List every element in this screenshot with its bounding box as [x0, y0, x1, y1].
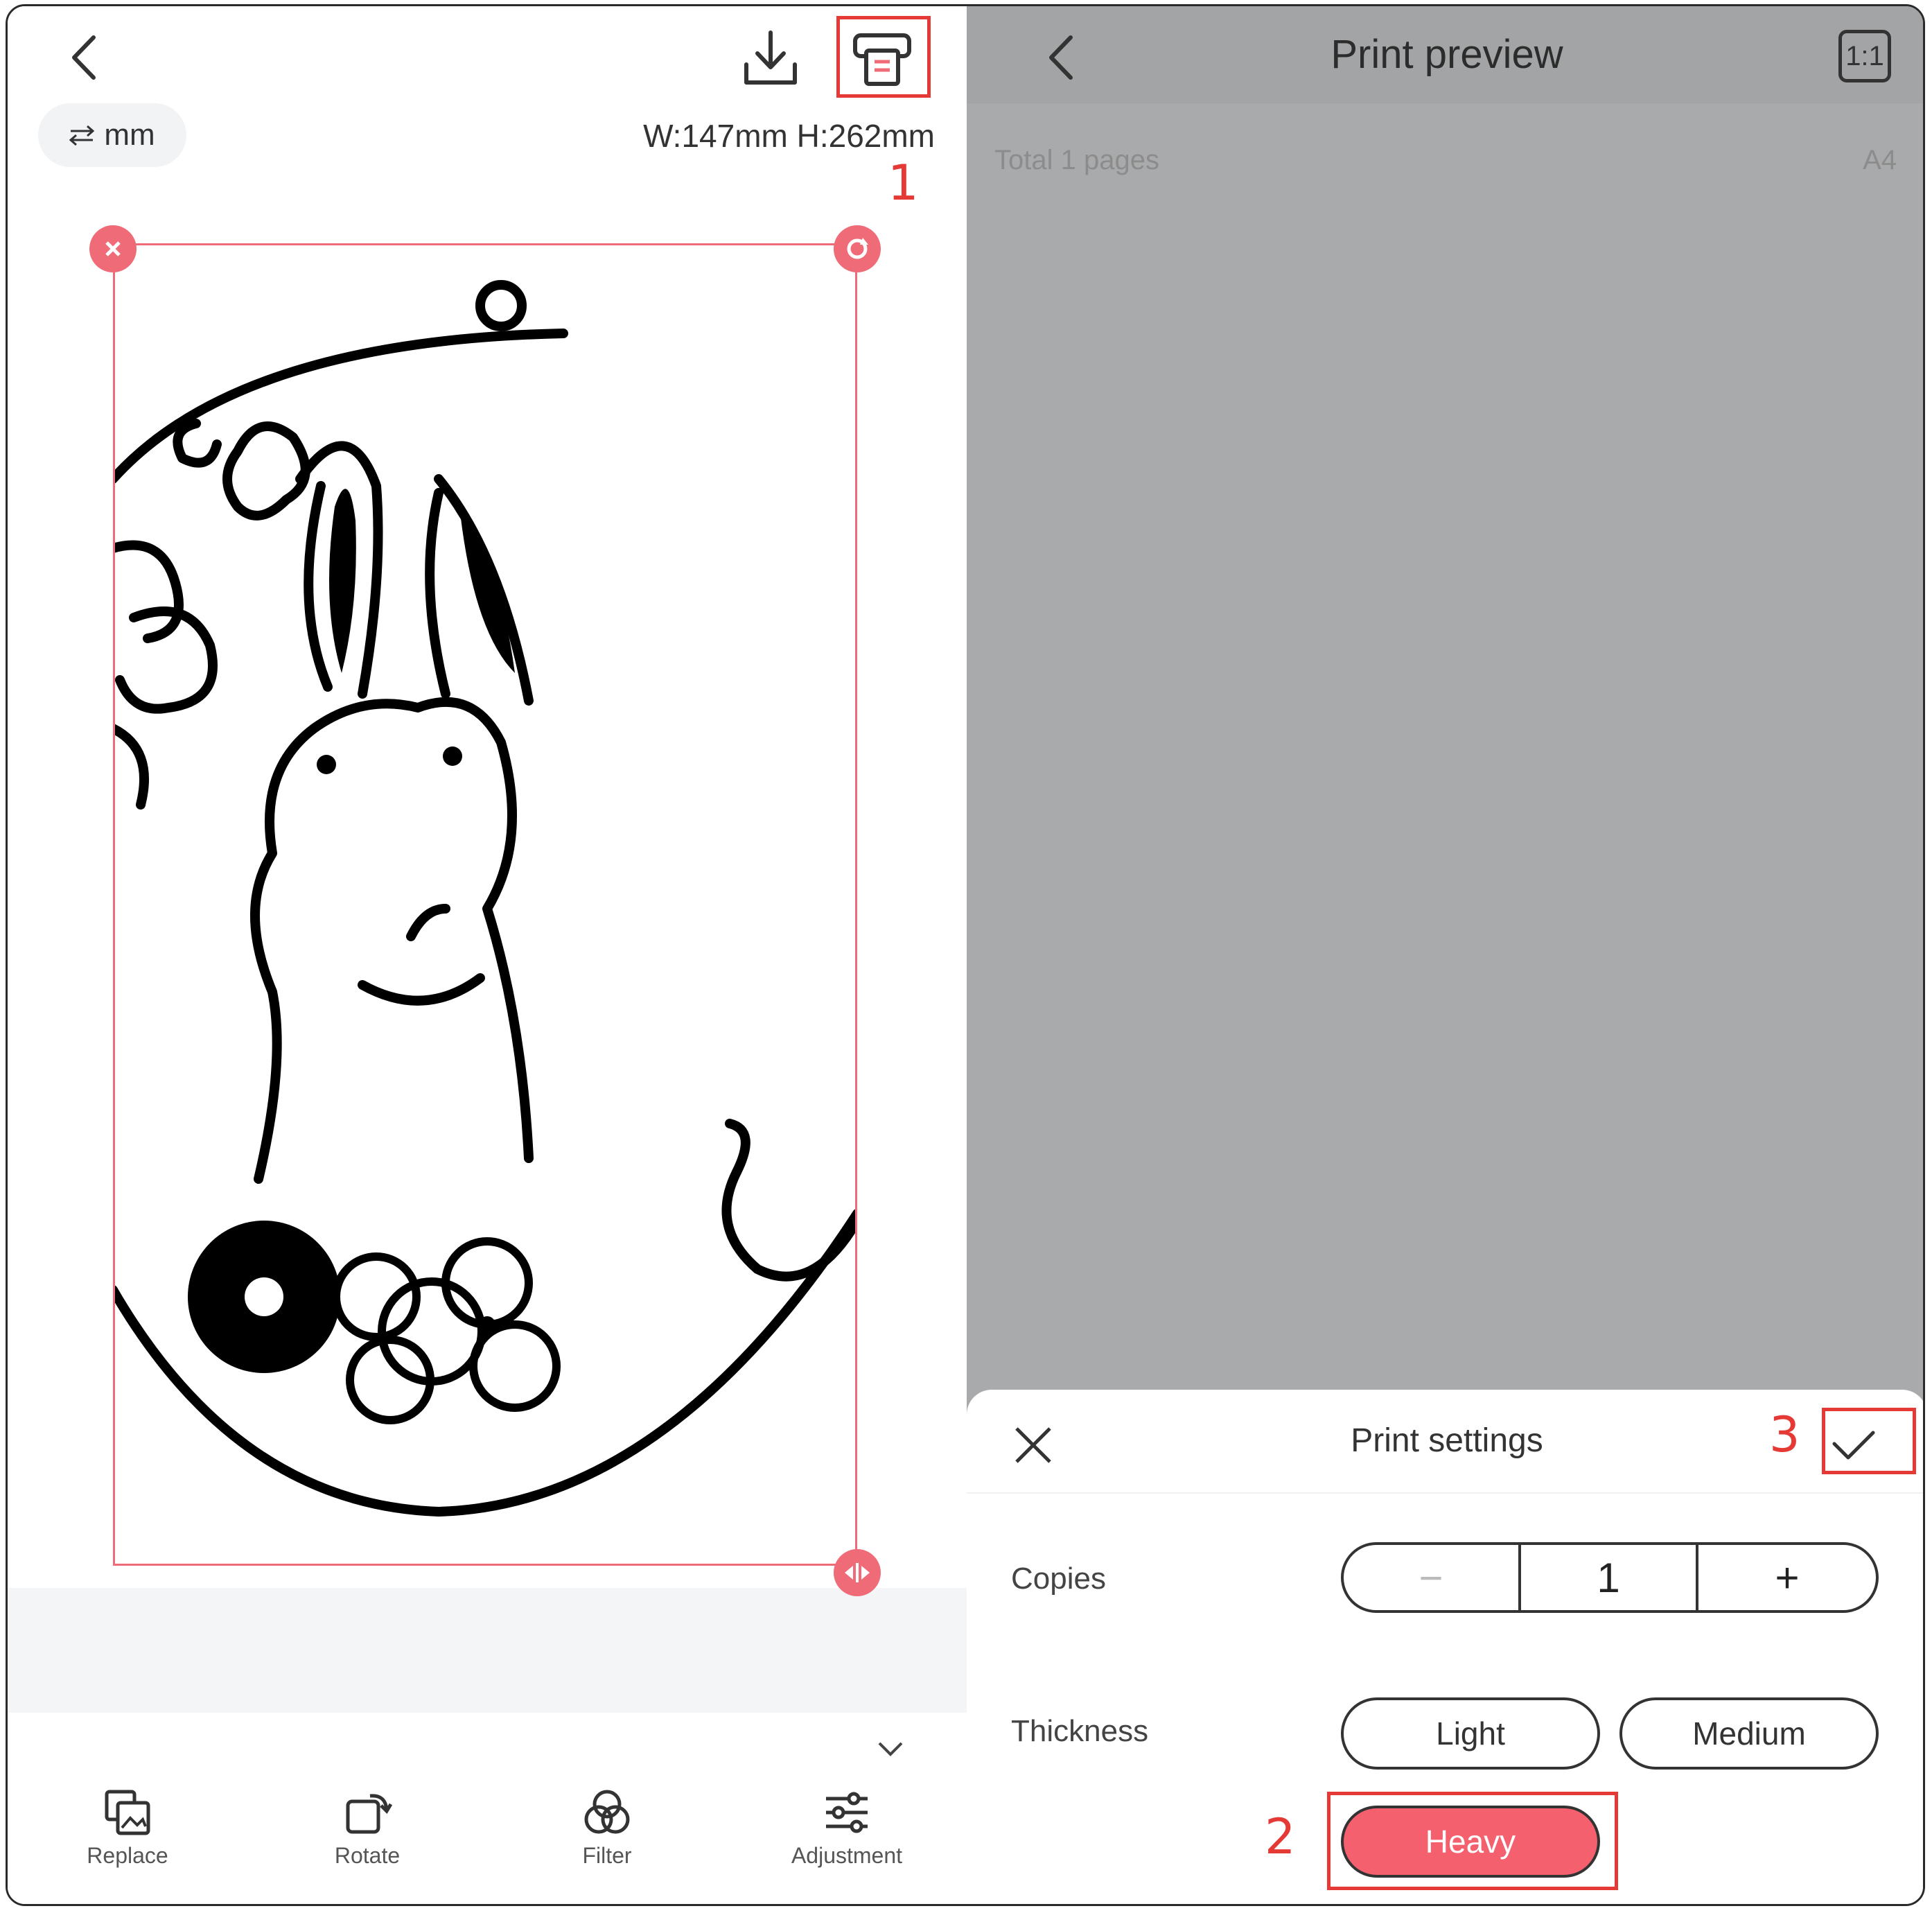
- tool-filter[interactable]: Filter: [487, 1764, 727, 1904]
- replace-icon: [105, 1790, 150, 1835]
- image-dimensions: W:147mm H:262mm: [643, 118, 935, 154]
- filter-icon: [584, 1790, 630, 1834]
- download-icon: [744, 30, 797, 85]
- annotation-step-2: 2: [1265, 1808, 1296, 1865]
- thickness-label: Thickness: [1011, 1714, 1149, 1748]
- selection-box[interactable]: [113, 243, 857, 1566]
- editor-top-bar: [8, 6, 967, 103]
- unit-label: mm: [104, 118, 155, 152]
- unit-toggle[interactable]: mm: [38, 103, 186, 167]
- page-title: Print preview: [1331, 32, 1563, 77]
- rotate-handle[interactable]: [834, 225, 881, 272]
- ratio-button[interactable]: 1:1: [1838, 30, 1891, 82]
- swap-icon: [69, 125, 95, 146]
- sliders-icon: [826, 1792, 868, 1833]
- back-button[interactable]: [56, 30, 112, 85]
- annotation-box-print-button: [836, 16, 931, 98]
- increment-button[interactable]: +: [1698, 1545, 1876, 1610]
- tool-replace-label: Replace: [87, 1843, 168, 1868]
- thickness-option-light[interactable]: Light: [1341, 1697, 1600, 1770]
- annotation-box-heavy: [1327, 1792, 1618, 1890]
- paper-size: A4: [1863, 145, 1897, 175]
- chevron-down-icon: [878, 1742, 903, 1756]
- tool-adjustment-label: Adjustment: [791, 1843, 903, 1868]
- tool-rotate[interactable]: Rotate: [247, 1764, 487, 1904]
- thickness-option-medium[interactable]: Medium: [1619, 1697, 1879, 1770]
- plus-icon: +: [1775, 1554, 1800, 1601]
- annotation-step-3: 3: [1769, 1406, 1800, 1463]
- tool-replace[interactable]: Replace: [8, 1764, 247, 1904]
- annotation-box-confirm: [1822, 1408, 1916, 1474]
- copies-stepper: − 1 +: [1341, 1542, 1879, 1613]
- collapse-toolbar-button[interactable]: [853, 1728, 928, 1770]
- editor-toolbar: Replace Rotate Filter Adjustment: [8, 1764, 967, 1904]
- editor-panel: 1 mm W:147mm H:262mm Replace Rotate Filt…: [8, 6, 967, 1904]
- tool-rotate-label: Rotate: [334, 1843, 401, 1868]
- rotate-icon: [346, 1794, 392, 1834]
- decrement-button[interactable]: −: [1344, 1545, 1521, 1610]
- chevron-left-icon: [72, 35, 96, 80]
- copies-label: Copies: [1011, 1562, 1106, 1596]
- close-icon: [105, 241, 121, 256]
- resize-arrows-icon: [845, 1563, 870, 1582]
- resize-handle[interactable]: [834, 1549, 881, 1596]
- refresh-icon: [847, 238, 868, 259]
- download-button[interactable]: [738, 26, 803, 91]
- screenshot-frame: 1 mm W:147mm H:262mm Replace Rotate Filt…: [6, 4, 1925, 1906]
- tool-adjustment[interactable]: Adjustment: [727, 1764, 967, 1904]
- page-count: Total 1 pages: [994, 145, 1159, 175]
- ratio-label: 1:1: [1845, 40, 1884, 71]
- delete-handle[interactable]: [89, 225, 137, 272]
- tool-filter-label: Filter: [582, 1843, 632, 1868]
- print-preview-panel: Print preview 1:1 Total 1 pages A4 Print…: [967, 6, 1923, 1904]
- copies-value[interactable]: 1: [1521, 1545, 1698, 1610]
- minus-icon: −: [1419, 1554, 1443, 1601]
- preview-top-bar: Print preview 1:1: [967, 6, 1923, 103]
